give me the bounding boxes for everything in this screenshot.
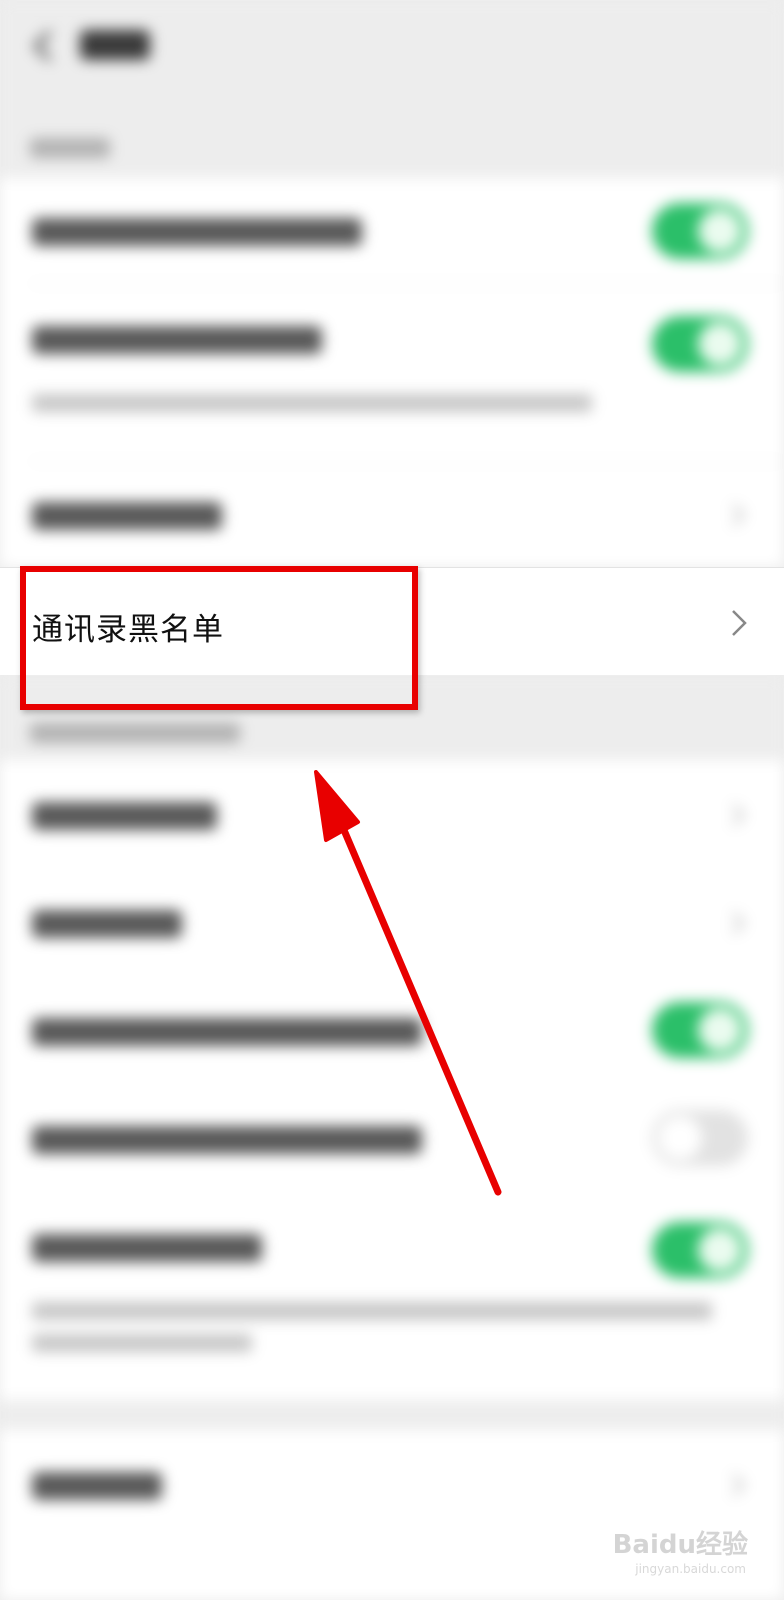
settings-row[interactable] (0, 976, 784, 1084)
row-description (32, 1334, 252, 1352)
section-header-1 (0, 90, 784, 178)
settings-row[interactable] (0, 462, 784, 567)
back-arrow-icon[interactable] (30, 28, 56, 64)
settings-card-1 (0, 178, 784, 567)
settings-row[interactable] (0, 1084, 784, 1192)
settings-row[interactable] (0, 1192, 784, 1400)
toggle-switch[interactable] (652, 316, 748, 372)
page-title (80, 30, 150, 60)
row-label (32, 326, 322, 354)
row-label (32, 1472, 162, 1500)
watermark-brand: Baidu经验 (612, 1530, 748, 1560)
row-description (32, 1302, 712, 1320)
row-label (32, 910, 182, 938)
chevron-right-icon (731, 911, 746, 935)
row-label (32, 1018, 422, 1046)
section-header-text (30, 723, 240, 743)
row-label (32, 218, 362, 246)
toggle-switch[interactable] (652, 1002, 748, 1058)
settings-row[interactable] (0, 284, 784, 462)
chevron-right-icon (732, 610, 747, 636)
toggle-switch[interactable] (652, 1110, 748, 1166)
row-label (32, 802, 217, 830)
toggle-switch[interactable] (652, 203, 748, 259)
highlight-box (20, 566, 418, 710)
chevron-right-icon (731, 503, 746, 527)
row-label (32, 502, 222, 530)
settings-page: 通讯录黑名单 Baidu经验 jingyan.baidu.com (0, 0, 784, 1600)
settings-card-2 (0, 760, 784, 1400)
chevron-right-icon (731, 803, 746, 827)
settings-row[interactable] (0, 868, 784, 976)
baidu-watermark: Baidu经验 jingyan.baidu.com (598, 1520, 748, 1580)
section-header-3 (0, 1400, 784, 1430)
section-header-text (30, 138, 110, 158)
chevron-right-icon (731, 1473, 746, 1497)
row-description (32, 394, 592, 412)
row-label (32, 1126, 422, 1154)
watermark-url: jingyan.baidu.com (635, 1562, 746, 1576)
settings-row[interactable] (0, 760, 784, 868)
row-label (32, 1234, 262, 1262)
nav-bar (0, 0, 784, 90)
toggle-switch[interactable] (652, 1222, 748, 1278)
settings-row[interactable] (0, 178, 784, 284)
